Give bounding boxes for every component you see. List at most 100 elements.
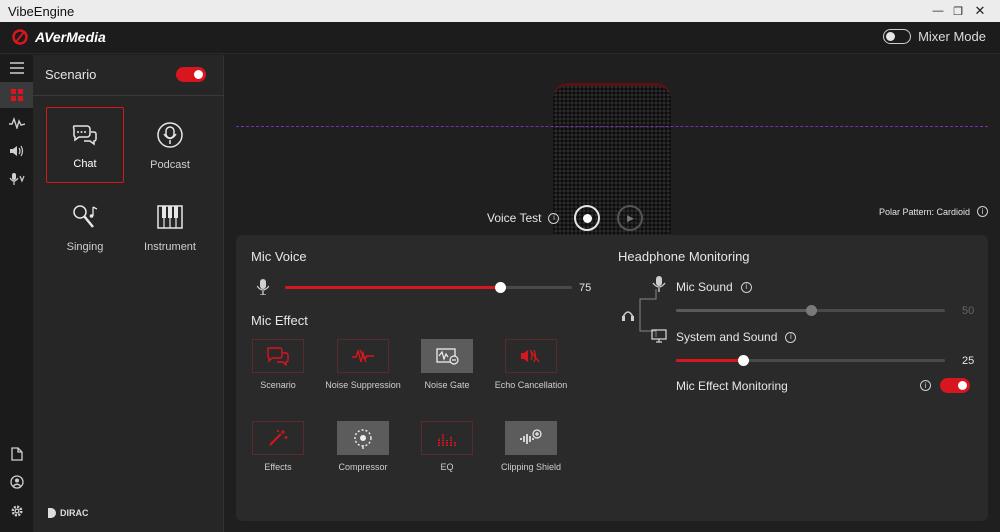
headphone-monitoring-title: Headphone Monitoring bbox=[618, 249, 750, 264]
noise-suppression-icon bbox=[352, 348, 374, 363]
effect-echo-cancellation[interactable]: Echo Cancellation bbox=[486, 339, 576, 391]
close-button[interactable]: ✕ bbox=[968, 0, 992, 22]
noise-gate-icon bbox=[436, 348, 459, 365]
chat-icon bbox=[267, 347, 289, 366]
mic-voice-value: 75 bbox=[579, 282, 592, 294]
settings-gear-icon[interactable] bbox=[0, 498, 33, 524]
scenario-label-podcast: Podcast bbox=[150, 159, 190, 171]
scenario-card-instrument[interactable]: Instrument bbox=[131, 189, 209, 265]
mic-voice-fill bbox=[285, 286, 501, 289]
mic-voice-slider[interactable] bbox=[285, 282, 572, 293]
effect-label: Compressor bbox=[338, 462, 388, 472]
mic-sound-icon bbox=[652, 276, 666, 292]
monitoring-connector bbox=[622, 289, 657, 337]
mic-sound-value: 50 bbox=[962, 305, 975, 317]
effect-noise-suppression[interactable]: Noise Suppression bbox=[318, 339, 408, 391]
level-threshold-line bbox=[236, 126, 988, 127]
scenario-label-chat: Chat bbox=[73, 158, 97, 170]
title-bar: VibeEngine — ❐ ✕ bbox=[0, 0, 1000, 22]
monitor-icon bbox=[651, 329, 667, 343]
document-icon[interactable] bbox=[0, 441, 33, 467]
restore-button[interactable]: ❐ bbox=[946, 0, 970, 22]
magic-wand-icon bbox=[269, 430, 288, 446]
compressor-icon bbox=[354, 429, 372, 449]
effect-scenario[interactable]: Scenario bbox=[233, 339, 323, 391]
settings-card: Mic Voice 75 Mic Effect Scenario Noise S… bbox=[236, 235, 988, 521]
mic-icon bbox=[257, 279, 269, 295]
mic-effect-monitoring-toggle[interactable] bbox=[940, 378, 970, 393]
window-title: VibeEngine bbox=[8, 4, 75, 19]
mixer-mode-toggle[interactable] bbox=[883, 29, 912, 44]
brand-logo: AVerMedia bbox=[12, 29, 106, 45]
system-sound-info-icon[interactable]: i bbox=[785, 331, 797, 343]
effect-label: Clipping Shield bbox=[500, 462, 562, 472]
app-header: AVerMedia Mixer Mode bbox=[0, 22, 1000, 54]
effect-noise-gate[interactable]: Noise Gate bbox=[402, 339, 492, 391]
eq-icon bbox=[438, 434, 456, 446]
voice-test-label: Voice Test bbox=[487, 211, 542, 225]
brand-mark-icon bbox=[12, 29, 28, 45]
singing-mic-icon bbox=[73, 205, 98, 228]
podcast-mic-icon bbox=[157, 122, 183, 148]
system-sound-slider[interactable] bbox=[676, 355, 945, 366]
effect-compressor[interactable]: Compressor bbox=[318, 421, 408, 473]
scenario-title: Scenario bbox=[45, 67, 97, 82]
mic-nav-icon[interactable] bbox=[0, 166, 33, 192]
mic-sound-info-icon[interactable]: i bbox=[740, 281, 752, 293]
clipping-shield-icon bbox=[520, 429, 542, 444]
voice-test-info-icon[interactable]: i bbox=[548, 212, 560, 224]
scenario-nav-icon[interactable] bbox=[0, 82, 33, 108]
play-button[interactable]: ▶ bbox=[617, 205, 644, 231]
effect-effects[interactable]: Effects bbox=[233, 421, 323, 473]
polar-info-icon[interactable]: i bbox=[977, 206, 988, 217]
mic-sound-label: Mic Sound bbox=[676, 280, 733, 294]
polar-pattern-label: Polar Pattern: Cardioid bbox=[878, 206, 970, 217]
mixer-mode-control[interactable]: Mixer Mode bbox=[883, 29, 986, 44]
effect-label: Noise Suppression bbox=[325, 380, 401, 390]
mic-sound-fill bbox=[676, 309, 811, 312]
effect-label: Effects bbox=[264, 462, 292, 472]
record-icon bbox=[582, 213, 592, 223]
menu-icon[interactable] bbox=[0, 55, 33, 81]
system-sound-row: System and Sound i bbox=[676, 330, 797, 344]
effect-eq[interactable]: EQ bbox=[402, 421, 492, 473]
scenario-card-podcast[interactable]: Podcast bbox=[131, 107, 209, 183]
system-sound-thumb[interactable] bbox=[738, 355, 750, 366]
divider bbox=[33, 95, 224, 96]
mixer-mode-label: Mixer Mode bbox=[918, 29, 986, 44]
effect-label: Echo Cancellation bbox=[494, 380, 568, 390]
effect-clipping-shield[interactable]: Clipping Shield bbox=[486, 421, 576, 473]
scenario-label-instrument: Instrument bbox=[144, 241, 196, 253]
mic-voice-thumb[interactable] bbox=[495, 282, 507, 293]
brand-name: AVerMedia bbox=[35, 29, 106, 45]
left-nav bbox=[0, 55, 33, 532]
dirac-mark-icon bbox=[48, 508, 56, 518]
waveform-nav-icon[interactable] bbox=[0, 110, 33, 136]
dirac-logo: DIRAC bbox=[47, 507, 89, 519]
polar-pattern: Polar Pattern: Cardioid i bbox=[879, 206, 988, 217]
voice-test: Voice Test i ▶ bbox=[487, 205, 644, 231]
echo-cancellation-icon bbox=[521, 349, 540, 363]
system-sound-value: 25 bbox=[962, 355, 975, 367]
effect-label: Noise Gate bbox=[424, 380, 470, 390]
scenario-panel: Scenario Chat Podcast Singing Instrument… bbox=[33, 55, 224, 532]
scenario-card-chat[interactable]: Chat bbox=[46, 107, 124, 183]
piano-icon bbox=[157, 205, 183, 229]
record-button[interactable] bbox=[574, 205, 601, 231]
scenario-toggle[interactable] bbox=[176, 67, 206, 82]
mic-sound-slider[interactable] bbox=[676, 305, 945, 316]
mic-sound-thumb[interactable] bbox=[805, 305, 817, 316]
mic-effect-monitoring-row: Mic Effect Monitoring bbox=[676, 379, 788, 393]
mic-sound-row: Mic Sound i bbox=[676, 280, 752, 294]
chat-icon bbox=[72, 125, 97, 146]
mic-effect-title: Mic Effect bbox=[251, 313, 308, 328]
scenario-card-singing[interactable]: Singing bbox=[46, 189, 124, 265]
mic-effect-monitoring-label: Mic Effect Monitoring bbox=[676, 379, 788, 393]
effect-label: EQ bbox=[440, 462, 454, 472]
main-panel: Voice Test i ▶ Polar Pattern: Cardioid i… bbox=[224, 55, 1000, 532]
account-icon[interactable] bbox=[0, 469, 33, 495]
mic-effect-monitoring-info-icon[interactable]: i bbox=[920, 380, 931, 391]
effect-label: Scenario bbox=[260, 380, 296, 390]
speaker-nav-icon[interactable] bbox=[0, 138, 33, 164]
system-sound-label: System and Sound bbox=[676, 330, 778, 344]
